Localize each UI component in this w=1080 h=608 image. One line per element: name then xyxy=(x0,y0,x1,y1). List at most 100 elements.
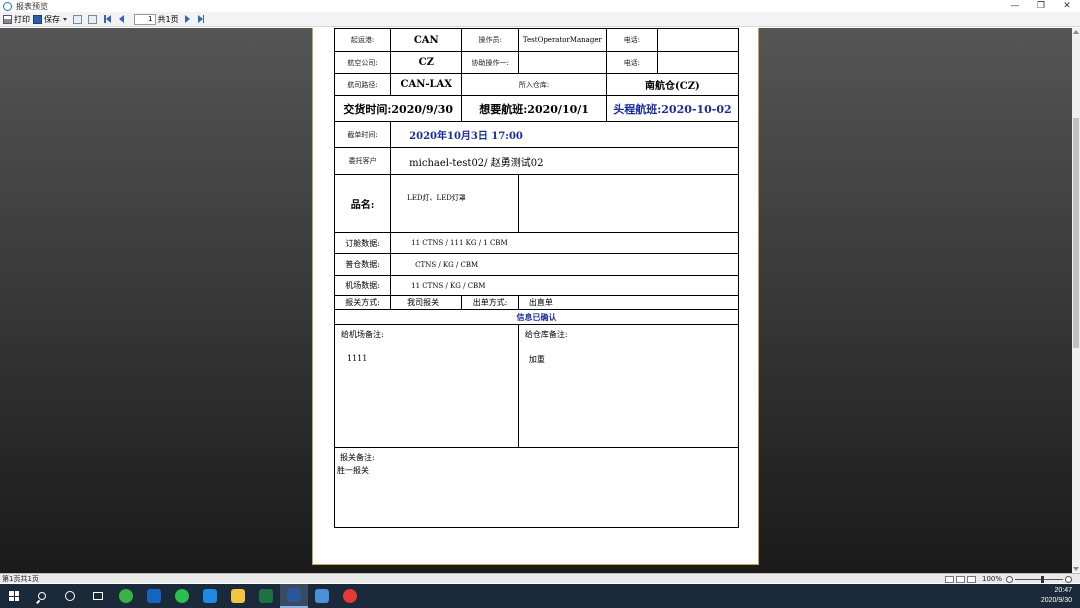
taskbar-app-wechat[interactable] xyxy=(168,584,196,608)
title-bar: 报表预览 — ❐ ✕ xyxy=(0,0,1080,12)
recorder-icon xyxy=(343,589,357,603)
task-view-icon xyxy=(93,592,103,600)
page-number-input[interactable] xyxy=(133,13,156,25)
taskbar-app-outlook[interactable] xyxy=(140,584,168,608)
operator-label: 操作员: xyxy=(461,28,519,52)
airport-note-label: 给机场备注: xyxy=(341,330,384,339)
route-label: 航司路径: xyxy=(333,73,392,96)
single-page-view-icon[interactable] xyxy=(944,575,954,583)
delivery-time: 交货时间:2020/9/30 xyxy=(333,95,463,122)
taskbar-apps xyxy=(112,584,364,608)
zoom-level: 100% xyxy=(981,575,1002,583)
search-icon xyxy=(38,592,46,600)
print-button[interactable]: 打印 xyxy=(3,13,30,26)
zoom-slider-thumb[interactable] xyxy=(1041,575,1044,583)
booking-value: 11 CTNS / 111 KG / 1 CBM xyxy=(390,232,739,254)
cutoff-value: 2020年10月3日 17:00 xyxy=(390,121,739,148)
task-view-button[interactable] xyxy=(84,584,112,608)
airport-note-cell: 给机场备注: 1111 xyxy=(334,324,519,448)
taskbar-app-excel[interactable] xyxy=(252,584,280,608)
taskbar-app-recorder[interactable] xyxy=(336,584,364,608)
windows-logo-icon xyxy=(9,591,19,601)
warehouse-in-value: CTNS / KG / CBM xyxy=(390,253,739,276)
wanted-flight: 想要航班:2020/10/1 xyxy=(461,95,607,122)
report-page: 起运港: CAN 操作员: TestOperatorManager 电话: 航空… xyxy=(312,28,759,565)
operator-value: TestOperatorManager xyxy=(517,28,607,52)
warehouse-value: 南航仓(CZ) xyxy=(605,73,740,96)
client-value: michael-test02/ 赵勇测试02 xyxy=(390,147,739,175)
first-flight: 头程航班:2020-10-02 xyxy=(605,95,740,122)
zoom-out-icon[interactable] xyxy=(1006,575,1013,583)
scroll-down-icon[interactable] xyxy=(1073,567,1079,571)
app-icon xyxy=(3,1,12,11)
edit-icon[interactable] xyxy=(88,14,97,24)
taskbar-app-app-blue[interactable] xyxy=(308,584,336,608)
warehouse-note-value: 加重 xyxy=(528,355,545,364)
customs-note-label: 报关备注: xyxy=(340,453,375,462)
assistant-operator-label: 协助操作一: xyxy=(461,51,519,74)
360-browser-icon xyxy=(119,589,133,603)
search-button[interactable] xyxy=(28,584,56,608)
issuance-label: 出单方式: xyxy=(461,295,519,310)
customs-note-cell: 报关备注: 胜一报关 xyxy=(334,447,739,528)
start-button[interactable] xyxy=(0,584,28,608)
chevron-down-icon[interactable] xyxy=(63,17,67,21)
scroll-up-icon[interactable] xyxy=(1073,30,1079,34)
warehouse-note-label: 给仓库备注: xyxy=(524,330,568,339)
booking-label: 订舱数据: xyxy=(333,232,392,254)
floppy-disk-icon xyxy=(33,14,42,24)
printer-icon xyxy=(3,14,12,24)
origin-port-label: 起运港: xyxy=(333,28,392,52)
maximize-button[interactable]: ❐ xyxy=(1028,0,1054,12)
phone2-value xyxy=(656,51,740,74)
close-button[interactable]: ✕ xyxy=(1054,0,1080,12)
print-label: 打印 xyxy=(14,14,30,24)
report-viewport[interactable]: 起运港: CAN 操作员: TestOperatorManager 电话: 航空… xyxy=(0,28,1072,573)
airport-note-value: 1111 xyxy=(347,354,368,363)
cortana-icon xyxy=(65,591,75,601)
previous-page-icon[interactable] xyxy=(118,15,124,23)
customs-note-value: 胜一报关 xyxy=(337,466,369,475)
scroll-thumb[interactable] xyxy=(1073,118,1079,348)
vertical-scrollbar[interactable] xyxy=(1072,28,1080,573)
taskbar-app-360-browser[interactable] xyxy=(112,584,140,608)
origin-port-value: CAN xyxy=(390,28,463,52)
cortana-button[interactable] xyxy=(56,584,84,608)
airport-data-value: 11 CTNS / KG / CBM xyxy=(390,275,739,296)
zoom-controls: 100% xyxy=(944,574,1072,584)
page-status: 第1页共1页 xyxy=(2,574,39,583)
zoom-in-icon[interactable] xyxy=(1065,575,1072,583)
edge-search-icon xyxy=(203,589,217,603)
clock-date: 2020/9/30 xyxy=(1040,597,1072,604)
product-label: 品名: xyxy=(333,174,392,233)
taskbar-app-edge-search[interactable] xyxy=(196,584,224,608)
clock-time: 20:47 xyxy=(1054,587,1072,594)
minimize-button[interactable]: — xyxy=(1002,0,1028,12)
product-extra xyxy=(517,174,740,233)
two-page-view-icon[interactable] xyxy=(955,575,965,583)
phone-label: 电话: xyxy=(605,28,658,52)
next-page-icon[interactable] xyxy=(184,15,190,23)
cutoff-label: 截单时间: xyxy=(333,121,392,148)
assistant-operator-value xyxy=(517,51,607,74)
zoom-slider[interactable] xyxy=(1015,575,1063,583)
page-setup-icon[interactable] xyxy=(73,14,82,24)
taskbar-app-word[interactable] xyxy=(280,584,308,608)
page-total: 共1页 xyxy=(157,14,179,24)
airport-data-label: 机场数据: xyxy=(333,275,392,296)
toolbar: 打印 保存 共1页 xyxy=(0,12,1080,27)
multi-page-view-icon[interactable] xyxy=(966,575,976,583)
route-value: CAN-LAX xyxy=(390,73,463,96)
file-explorer-icon xyxy=(231,589,245,603)
airline-label: 航空公司: xyxy=(333,51,392,74)
warehouse-note-cell: 给仓库备注: 加重 xyxy=(517,324,740,448)
system-clock[interactable]: 20:47 2020/9/30 xyxy=(1041,584,1072,608)
warehouse-in-label: 普仓数据: xyxy=(333,253,392,276)
taskbar-app-file-explorer[interactable] xyxy=(224,584,252,608)
save-button[interactable]: 保存 xyxy=(33,13,67,26)
confirmed-status: 信息已确认 xyxy=(334,309,739,325)
airline-value: CZ xyxy=(390,51,463,74)
first-page-icon[interactable] xyxy=(105,15,111,23)
customs-value: 我司报关 xyxy=(390,295,463,310)
save-label: 保存 xyxy=(44,14,60,24)
